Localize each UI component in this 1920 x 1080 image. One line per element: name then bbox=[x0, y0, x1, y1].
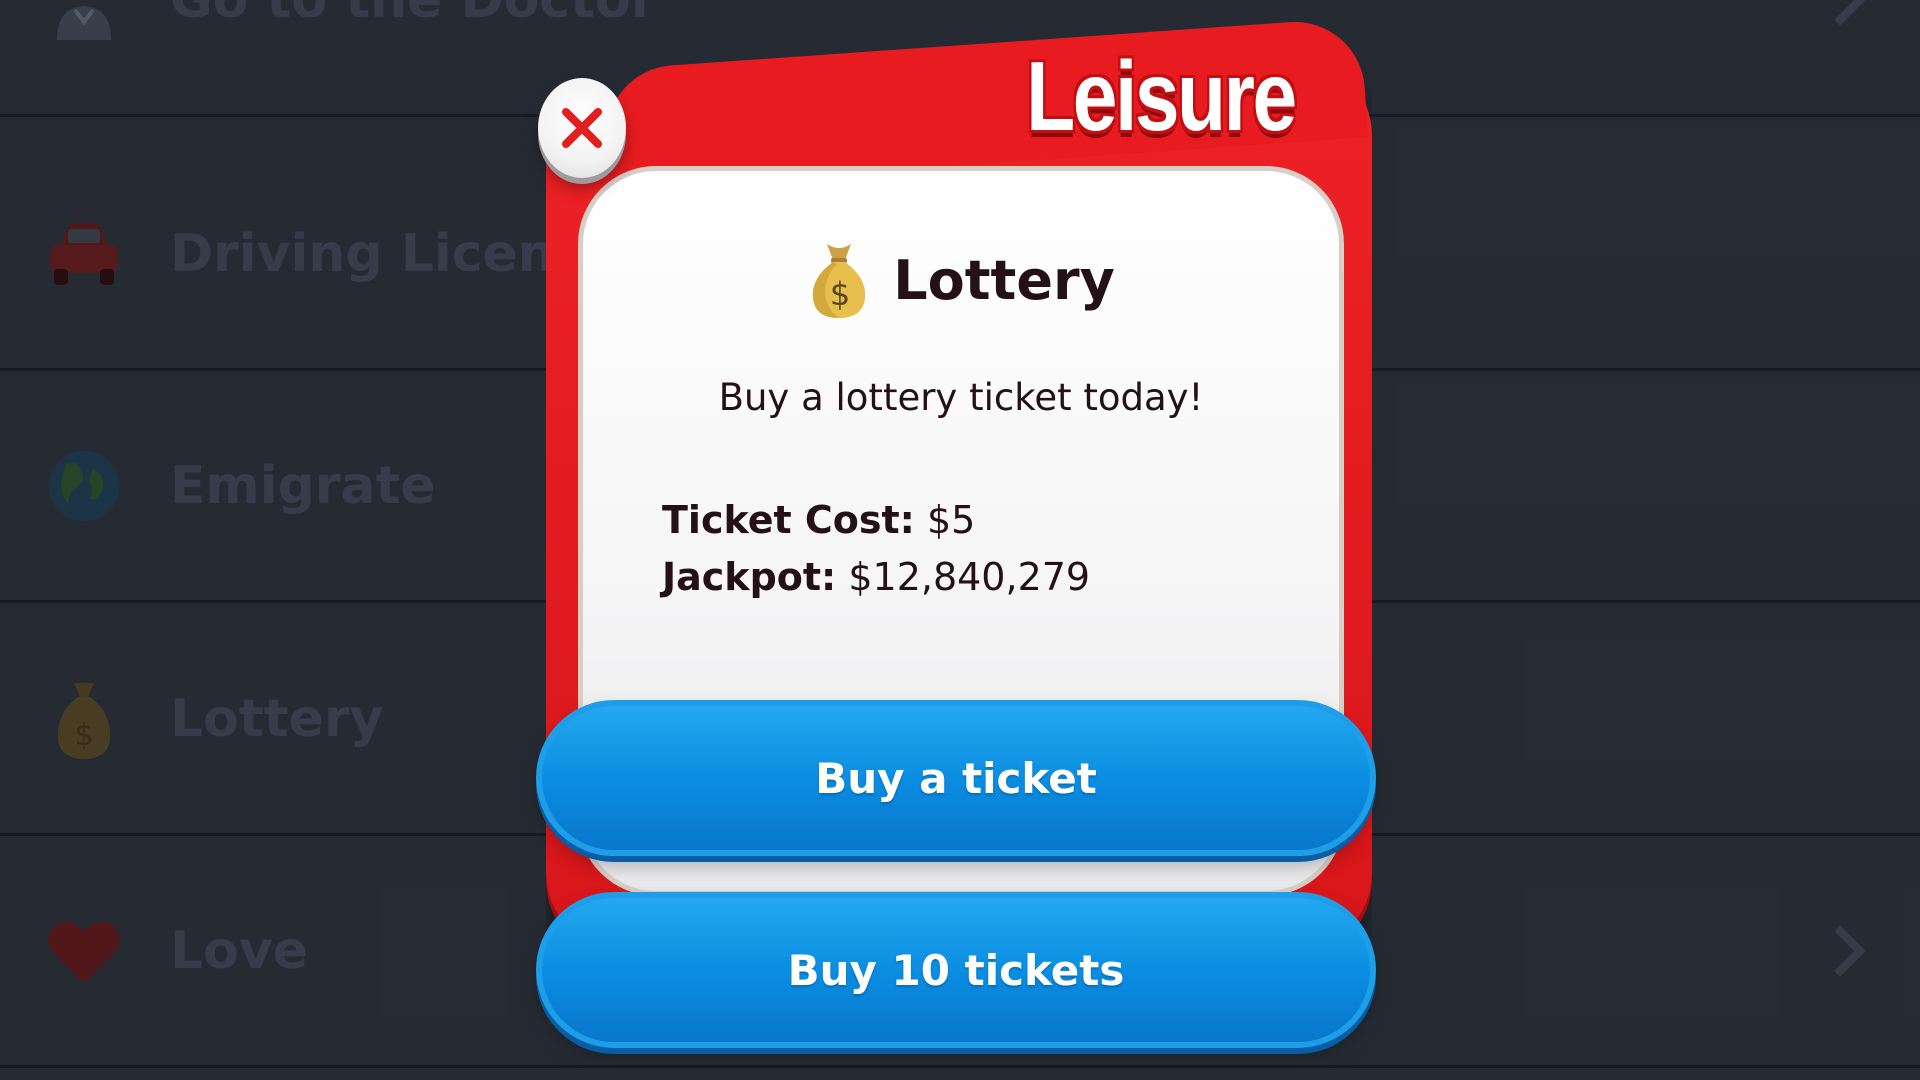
ticket-cost-value: $5 bbox=[926, 498, 976, 542]
buy-10-tickets-button[interactable]: Buy 10 tickets bbox=[536, 892, 1376, 1048]
buy-10-tickets-label: Buy 10 tickets bbox=[787, 945, 1125, 995]
modal-title: Lottery bbox=[893, 248, 1115, 312]
jackpot-value: $12,840,279 bbox=[848, 555, 1091, 599]
jackpot-line: Jackpot: $12,840,279 bbox=[662, 555, 1090, 599]
buy-ticket-label: Buy a ticket bbox=[815, 753, 1097, 803]
money-bag-icon: $ bbox=[813, 244, 866, 318]
close-icon bbox=[562, 108, 602, 148]
svg-text:$: $ bbox=[830, 275, 850, 313]
ticket-cost-label: Ticket Cost: bbox=[662, 498, 915, 542]
buy-ticket-button[interactable]: Buy a ticket bbox=[536, 700, 1376, 856]
modal-header-title: Leisure bbox=[1026, 41, 1297, 151]
jackpot-label: Jackpot: bbox=[662, 555, 837, 599]
modal-card-header: $ Lottery bbox=[578, 240, 1344, 320]
modal-subtitle: Buy a lottery ticket today! bbox=[718, 376, 1204, 419]
close-button[interactable] bbox=[538, 78, 626, 178]
ticket-cost-line: Ticket Cost: $5 bbox=[662, 498, 975, 542]
